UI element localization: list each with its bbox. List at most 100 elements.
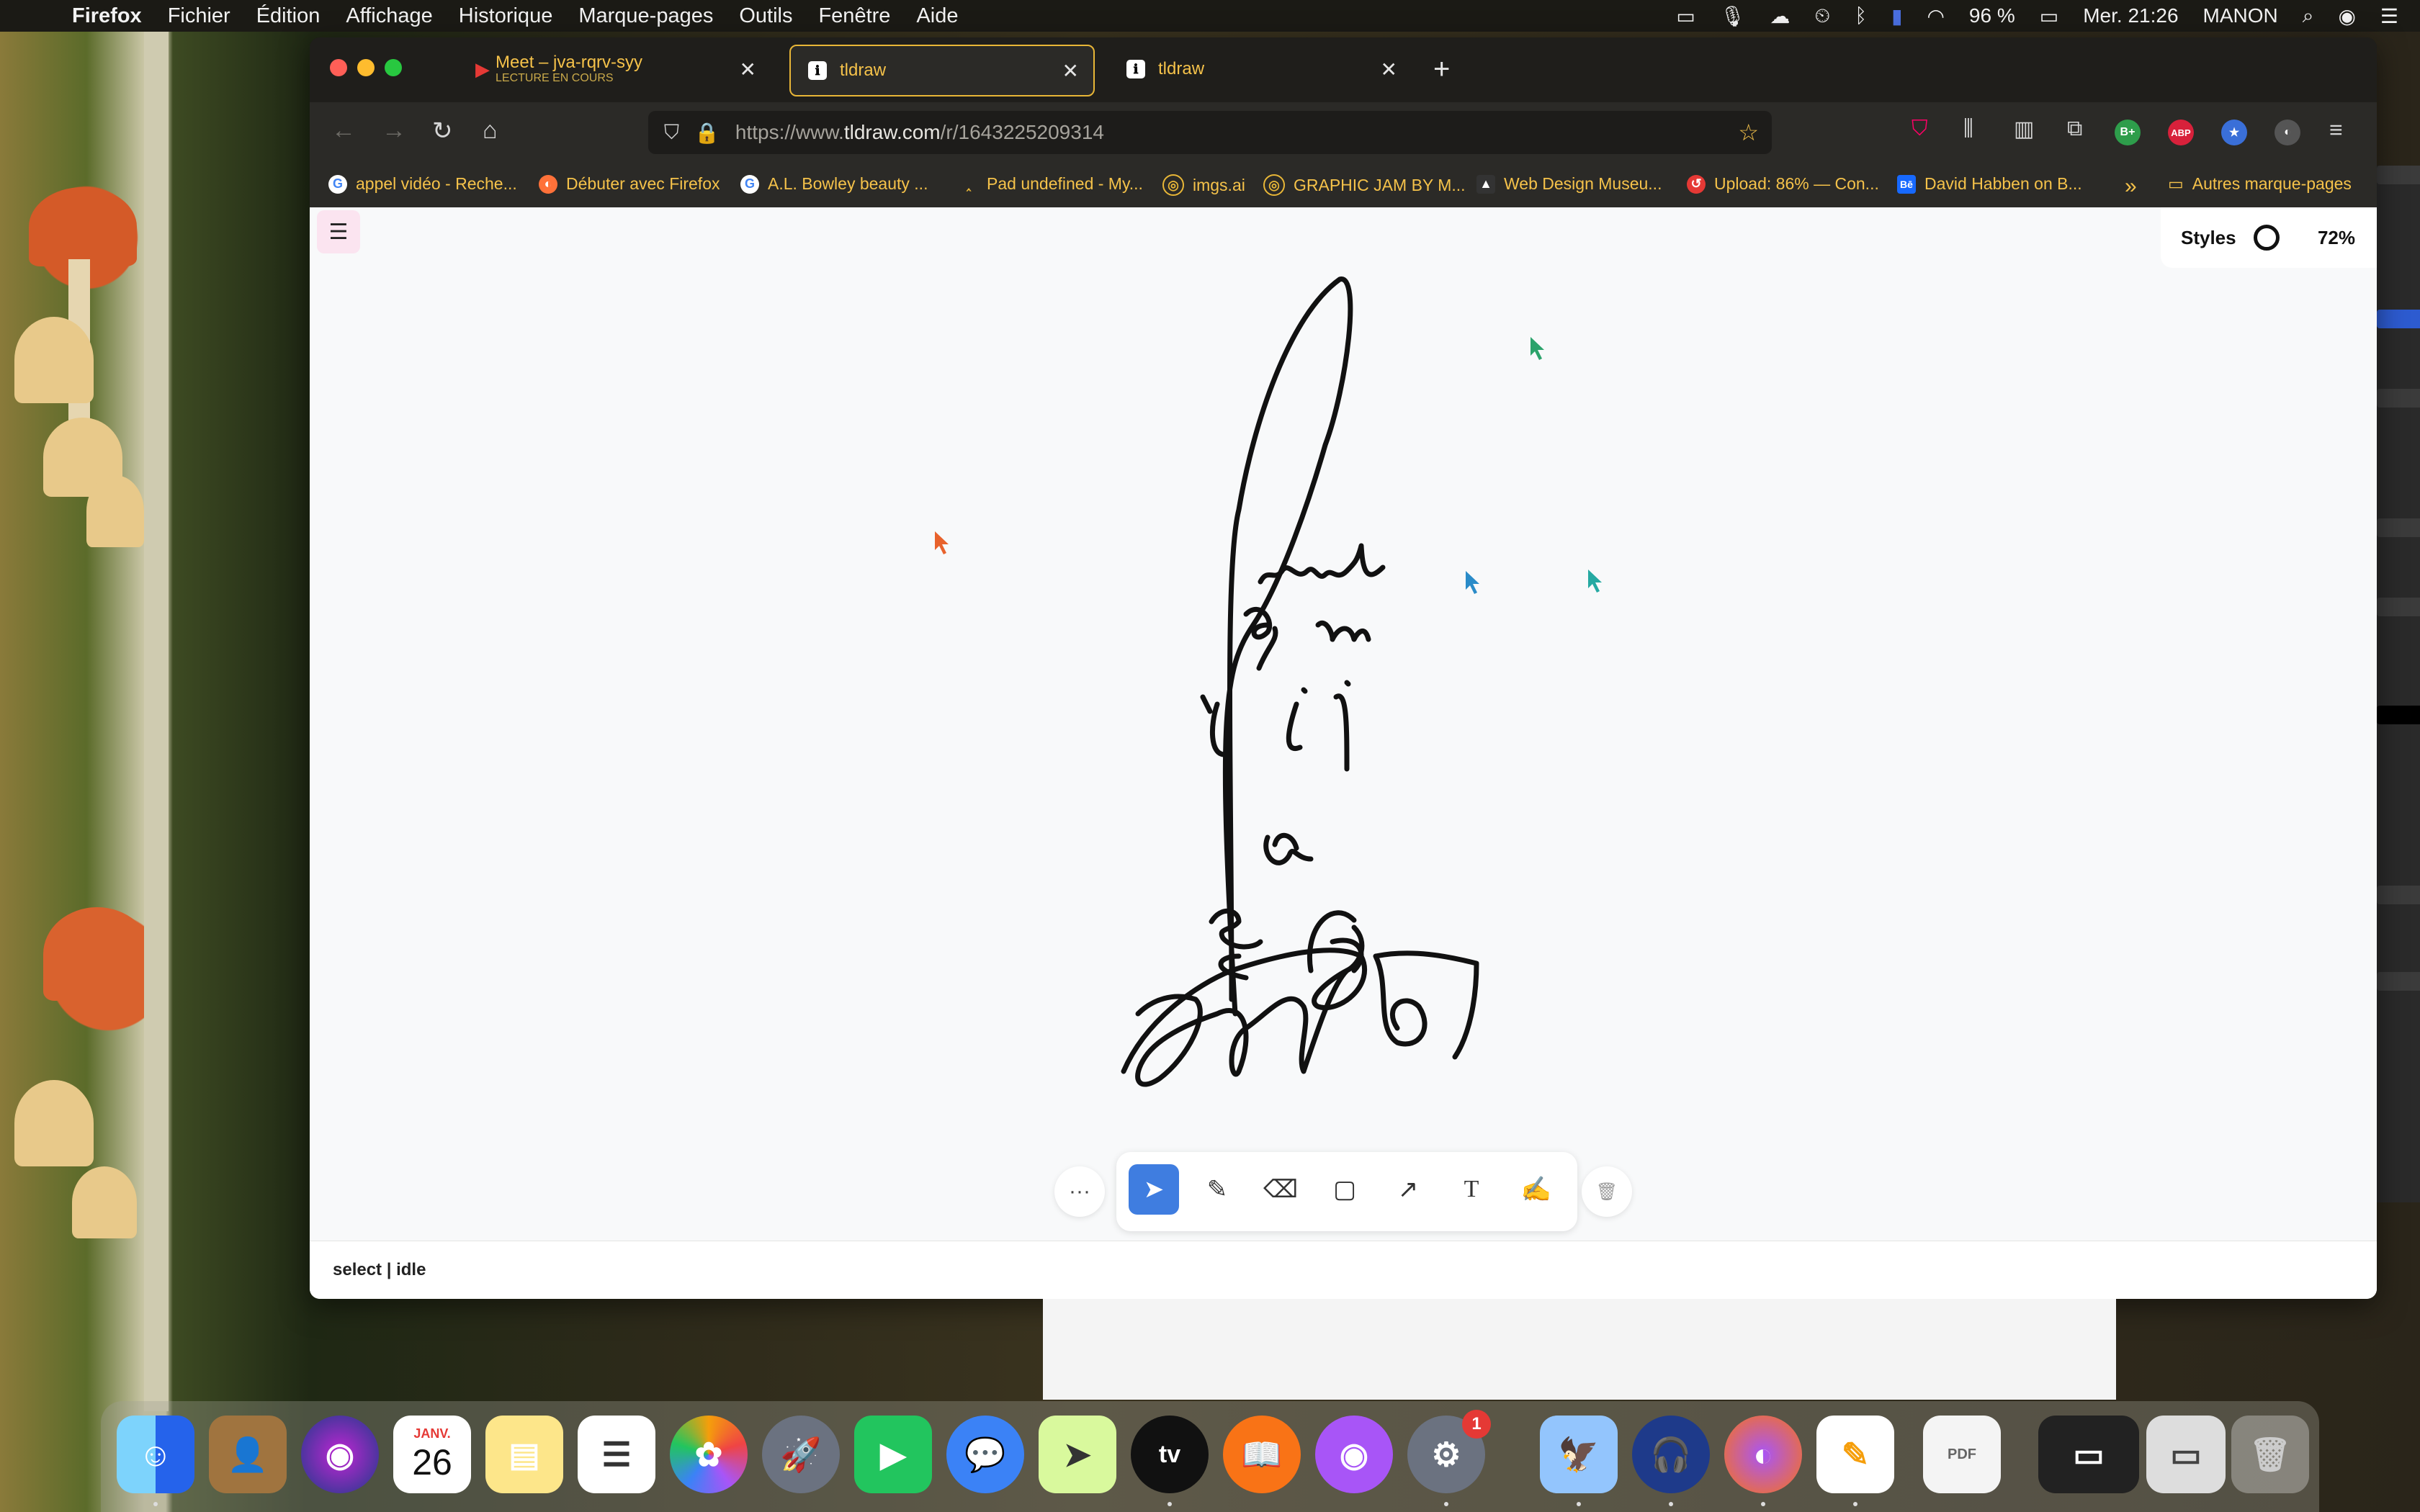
keyboard-flag-icon[interactable]: ▮: [1891, 4, 1902, 28]
sticky-note-tool-button[interactable]: ✍: [1511, 1164, 1561, 1215]
podcasts-icon[interactable]: ◉: [1315, 1416, 1393, 1493]
pocket-icon[interactable]: ⛉: [1912, 117, 1928, 141]
notes-icon[interactable]: ▤: [485, 1416, 563, 1493]
firefox-icon[interactable]: ◐: [1724, 1416, 1802, 1493]
time-machine-icon[interactable]: ⏲: [1814, 4, 1830, 28]
bookmark-label: Débuter avec Firefox: [566, 174, 720, 193]
sidebar-icon[interactable]: ▥: [2014, 117, 2034, 142]
menu-edition[interactable]: Édition: [256, 4, 321, 28]
wifi-icon[interactable]: ◠: [1927, 4, 1944, 28]
photos-icon[interactable]: ✿: [670, 1416, 748, 1493]
extension-icon[interactable]: ⧉: [2067, 117, 2082, 141]
zoom-window-button[interactable]: [385, 59, 402, 76]
close-tab-icon[interactable]: ✕: [1062, 59, 1079, 83]
extension-bplus-icon[interactable]: B+: [2115, 120, 2141, 145]
window-thumbnail-icon[interactable]: ▭: [2038, 1416, 2139, 1493]
delete-button[interactable]: 🗑: [1582, 1166, 1632, 1217]
extension-star-icon[interactable]: ★: [2221, 120, 2247, 145]
tldraw-canvas[interactable]: ☰ Styles 72% ··· ➤ ✎ ⌫ ▢ ↗ T ✍ 🗑 select …: [310, 207, 2377, 1299]
reminders-icon[interactable]: ☰: [578, 1416, 655, 1493]
menu-fenetre[interactable]: Fenêtre: [818, 4, 890, 28]
hamburger-menu-icon[interactable]: ≡: [2329, 117, 2343, 143]
bookmark-item[interactable]: ↺ Upload: 86% — Con...: [1687, 174, 1879, 194]
bookmark-item[interactable]: Gappel vidéo - Reche...: [328, 174, 517, 194]
bookmark-item[interactable]: ‸ Pad undefined - My...: [959, 174, 1143, 194]
menu-marque-pages[interactable]: Marque-pages: [578, 4, 713, 28]
new-tab-button[interactable]: +: [1433, 53, 1450, 86]
adblock-plus-icon[interactable]: ABP: [2168, 120, 2194, 145]
url-bar[interactable]: ⛉ 🔒 https://www. tldraw.com /r/164322520…: [648, 111, 1772, 154]
messages-icon[interactable]: 💬: [946, 1416, 1024, 1493]
reload-icon[interactable]: ↻: [432, 117, 453, 145]
siri-icon[interactable]: ◉: [2338, 4, 2355, 28]
contacts-icon[interactable]: 👤: [209, 1416, 287, 1493]
calendar-icon[interactable]: JANV. 26: [393, 1416, 471, 1493]
styles-panel[interactable]: Styles 72%: [2161, 207, 2377, 268]
forward-icon[interactable]: →: [382, 117, 406, 145]
siri-icon[interactable]: ◉: [301, 1416, 379, 1493]
bookmark-item[interactable]: ▲ Web Design Museu...: [1476, 174, 1662, 194]
audacity-icon[interactable]: 🎧: [1632, 1416, 1710, 1493]
bookmark-item[interactable]: Bē David Habben on B...: [1897, 174, 2082, 194]
menu-aide[interactable]: Aide: [916, 4, 958, 28]
camera-icon[interactable]: ▭: [1676, 4, 1695, 28]
pencil-tool-button[interactable]: ✎: [1192, 1164, 1242, 1215]
app-menu-firefox[interactable]: Firefox: [72, 4, 142, 28]
user-name[interactable]: MANON: [2203, 4, 2278, 27]
finder-icon[interactable]: ☺: [117, 1416, 194, 1493]
more-tools-button[interactable]: ···: [1054, 1166, 1105, 1217]
minimize-window-button[interactable]: [357, 59, 375, 76]
home-icon[interactable]: ⌂: [483, 117, 498, 145]
bookmark-folder[interactable]: ▭ Autres marque-pages: [2168, 174, 2352, 194]
select-tool-button[interactable]: ➤: [1129, 1164, 1179, 1215]
menu-affichage[interactable]: Affichage: [346, 4, 432, 28]
pages-icon[interactable]: ✎: [1816, 1416, 1894, 1493]
clock[interactable]: Mer. 21:26: [2083, 4, 2178, 27]
close-window-button[interactable]: [330, 59, 347, 76]
control-center-icon[interactable]: ☰: [2380, 4, 2398, 28]
tab-tldraw-active[interactable]: ℹ tldraw ✕: [789, 45, 1095, 96]
close-tab-icon[interactable]: ✕: [1381, 58, 1397, 81]
bluetooth-icon[interactable]: ᛒ: [1855, 4, 1867, 27]
tab-meet[interactable]: ▶ Meet – jva-rqrv-syy LECTURE EN COURS ✕: [468, 45, 771, 94]
spotlight-icon[interactable]: ⌕: [2303, 4, 2314, 28]
system-preferences-icon[interactable]: ⚙ 1: [1407, 1410, 1491, 1493]
main-menu-button[interactable]: ☰: [317, 210, 360, 253]
menu-historique[interactable]: Historique: [459, 4, 553, 28]
books-icon[interactable]: 📖: [1223, 1416, 1301, 1493]
library-icon[interactable]: ⫼: [1963, 117, 1973, 141]
tab-tldraw[interactable]: ℹ tldraw ✕: [1109, 45, 1412, 94]
window-thumbnail-icon[interactable]: ▭: [2146, 1416, 2226, 1493]
tracking-shield-icon[interactable]: ⛉: [664, 121, 679, 145]
pdf-document-icon[interactable]: PDF: [1923, 1416, 2001, 1493]
close-tab-icon[interactable]: ✕: [740, 58, 756, 81]
battery-percent[interactable]: 96 %: [1969, 4, 2015, 27]
facetime-icon[interactable]: ▶: [854, 1416, 932, 1493]
back-icon[interactable]: ←: [331, 117, 356, 145]
more-bookmarks-chevron-icon[interactable]: »: [2125, 174, 2137, 199]
styles-label[interactable]: Styles: [2181, 227, 2236, 249]
menu-outils[interactable]: Outils: [739, 4, 792, 28]
zoom-level[interactable]: 72%: [2318, 227, 2355, 249]
preview-icon[interactable]: 🦅: [1540, 1416, 1618, 1493]
launchpad-icon[interactable]: 🚀: [762, 1416, 840, 1493]
bookmark-item[interactable]: ◐ Débuter avec Firefox: [539, 174, 720, 194]
text-tool-button[interactable]: T: [1446, 1164, 1497, 1215]
creative-cloud-icon[interactable]: ☁: [1770, 4, 1790, 28]
extension-profile-icon[interactable]: ◐: [2275, 120, 2300, 145]
trash-icon[interactable]: 🗑: [2231, 1416, 2309, 1493]
style-circle-icon[interactable]: [2253, 225, 2280, 251]
menu-fichier[interactable]: Fichier: [168, 4, 230, 28]
microphone-icon[interactable]: 🎙: [1720, 4, 1746, 28]
bookmark-item[interactable]: G A.L. Bowley beauty ...: [740, 174, 928, 194]
battery-icon[interactable]: ▭: [2040, 4, 2058, 28]
lock-icon[interactable]: 🔒: [694, 121, 720, 145]
apple-tv-icon[interactable]: tv: [1131, 1416, 1209, 1493]
bookmark-item[interactable]: ◎ imgs.ai: [1162, 174, 1245, 196]
bookmark-item[interactable]: ◎ GRAPHIC JAM BY M...: [1263, 174, 1466, 196]
arrow-tool-button[interactable]: ↗: [1383, 1164, 1433, 1215]
eraser-tool-button[interactable]: ⌫: [1255, 1164, 1306, 1215]
maps-icon[interactable]: ➤: [1039, 1416, 1116, 1493]
rectangle-tool-button[interactable]: ▢: [1319, 1164, 1370, 1215]
bookmark-star-icon[interactable]: ☆: [1738, 119, 1759, 146]
